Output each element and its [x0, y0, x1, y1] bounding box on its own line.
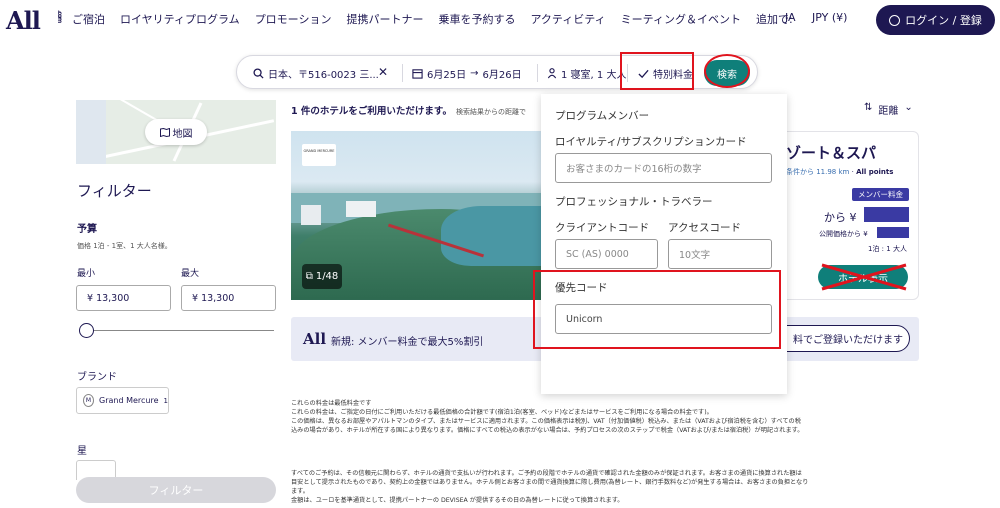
- professional-heading: プロフェッショナル・トラベラー: [555, 196, 713, 208]
- hotel-image[interactable]: GRAND MERCURE ⧉ 1/48: [291, 131, 541, 300]
- all-logo[interactable]: All .com: [6, 6, 63, 35]
- result-count: 1 件のホテルをご利用いただけます。 検索結果からの距離で: [291, 106, 526, 117]
- person-icon: [547, 68, 557, 79]
- budget-note: 価格 1泊 - 1室、1 大人名様。: [77, 242, 172, 250]
- currency-selector[interactable]: JPY (¥): [812, 11, 847, 24]
- annotation-rectangle: [620, 52, 694, 90]
- sort-dropdown[interactable]: ⇅ 距離 ⌄: [864, 102, 913, 117]
- nav-link-stay[interactable]: ご宿泊: [72, 11, 105, 27]
- program-member-heading: プログラムメンバー: [555, 110, 650, 122]
- max-label: 最大: [181, 269, 200, 279]
- client-code-input[interactable]: SC (AS) 0000: [555, 239, 658, 269]
- date-field[interactable]: 6月25日 → 6月26日: [412, 66, 522, 81]
- redacted-public-price: [877, 227, 909, 238]
- client-code-label: クライアントコード: [555, 222, 650, 234]
- gallery-icon: ⧉: [305, 271, 313, 282]
- price-from-label: から ¥: [824, 211, 857, 224]
- nav-link-ride[interactable]: 乗車を予約する: [438, 11, 515, 27]
- calendar-icon: [412, 69, 423, 79]
- search-icon: [253, 68, 264, 79]
- guests-field[interactable]: 1 寝室, 1 大人: [547, 66, 626, 81]
- fine-print-rates: これらの料金は最低料金です これらの料金は、ご指定の日付にご利用いただける最低価…: [291, 400, 804, 434]
- photo-count-badge[interactable]: ⧉ 1/48: [302, 264, 342, 289]
- chevron-down-icon: ⌄: [904, 102, 913, 113]
- max-price-input[interactable]: ¥ 13,300: [181, 285, 276, 311]
- loyalty-card-input[interactable]: お客さまのカードの16桁の数字: [555, 153, 772, 183]
- access-code-input[interactable]: 10文字: [668, 239, 772, 269]
- nav-link-promotions[interactable]: プロモーション: [255, 11, 332, 27]
- brand-filter-grand-mercure[interactable]: M Grand Mercure 1: [76, 387, 169, 414]
- nav-links: ご宿泊 ロイヤリティプログラム プロモーション 提携パートナー 乗車を予約する …: [72, 11, 808, 27]
- hotel-brand-logo: GRAND MERCURE: [302, 144, 336, 166]
- fine-print-currency: すべてのご予約は、その信頼元に関わらず、ホテルの通貨で支払いが行われます。ご予約…: [291, 470, 809, 504]
- star-label: 星: [77, 446, 87, 457]
- nav-link-meetings[interactable]: ミーティング＆イベント: [621, 11, 741, 27]
- min-label: 最小: [77, 269, 96, 279]
- redacted-price: [864, 207, 909, 222]
- annotation-ellipse: [704, 54, 750, 88]
- price-slider-handle[interactable]: [79, 323, 94, 338]
- hotel-distance: 条件から 11.98 km · All points: [786, 168, 894, 176]
- member-rate-badge: メンバー料金: [852, 188, 909, 201]
- divider: [537, 64, 538, 82]
- checkin-date: 6月25日: [427, 70, 467, 81]
- location-value: 日本、〒516-0023 三...: [268, 70, 379, 81]
- hotel-name[interactable]: ゾート＆スパ: [786, 142, 876, 163]
- brand-label: ブランド: [77, 372, 117, 383]
- brand-icon: M: [83, 394, 94, 407]
- loyalty-card-label: ロイヤルティ/サブスクリプションカード: [555, 136, 747, 148]
- per-night-label: 1泊 : 1 大人: [868, 245, 907, 253]
- annotation-rectangle: [533, 270, 781, 349]
- special-rate-dropdown: プログラムメンバー ロイヤルティ/サブスクリプションカード お客さまのカードの1…: [541, 94, 787, 394]
- login-button[interactable]: ログイン / 登録: [876, 5, 995, 35]
- map-icon: [159, 127, 170, 137]
- sort-arrows-icon: ⇅: [864, 102, 873, 113]
- nav-link-loyalty[interactable]: ロイヤリティプログラム: [120, 11, 240, 27]
- price-slider-track: [86, 330, 274, 331]
- map-button[interactable]: 地図: [145, 119, 207, 145]
- top-nav: All .com ご宿泊 ロイヤリティプログラム プロモーション 提携パートナー …: [0, 0, 1000, 38]
- register-button[interactable]: 料でご登録いただけます: [770, 325, 910, 352]
- language-selector[interactable]: JA: [785, 11, 796, 24]
- checkout-date: 6月26日: [482, 70, 522, 81]
- apply-filter-button[interactable]: フィルター: [76, 477, 276, 503]
- promo-text: 新規: メンバー料金で最大5%割引: [331, 337, 484, 348]
- nav-link-partners[interactable]: 提携パートナー: [346, 11, 423, 27]
- promo-logo: All: [303, 330, 327, 348]
- min-price-input[interactable]: ¥ 13,300: [76, 285, 171, 311]
- clear-location-icon[interactable]: ✕: [378, 65, 388, 79]
- guests-value: 1 寝室, 1 大人: [561, 70, 627, 81]
- annotation-cross: [821, 263, 907, 291]
- location-field[interactable]: 日本、〒516-0023 三...: [253, 66, 379, 81]
- access-code-label: アクセスコード: [668, 222, 741, 234]
- budget-label: 予算: [77, 224, 97, 235]
- filter-title: フィルター: [77, 182, 152, 200]
- divider: [402, 64, 403, 82]
- user-icon: [889, 14, 901, 26]
- arrow-icon: →: [470, 68, 479, 79]
- nav-link-activities[interactable]: アクティビティ: [530, 11, 605, 27]
- public-price-label: 公開価格から ¥: [819, 230, 868, 238]
